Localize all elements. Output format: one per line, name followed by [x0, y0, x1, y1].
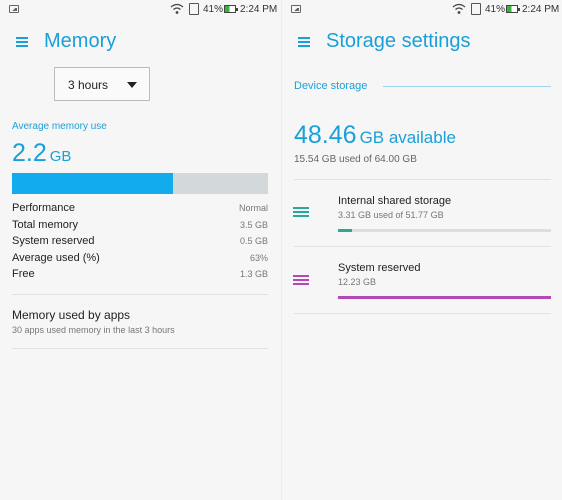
stat-row-total-memory: Total memory 3.5 GB: [12, 219, 268, 234]
storage-used-text: 15.54 GB used of 64.00 GB: [294, 154, 417, 165]
storage-item-bar-fill: [338, 296, 551, 299]
status-bar: 41% 2:24 PM: [0, 0, 281, 20]
stat-value: 0.5 GB: [239, 236, 268, 246]
memory-usage-fill: [12, 173, 174, 194]
stat-row-average-used: Average used (%) 63%: [12, 252, 268, 267]
stat-label: Total memory: [12, 219, 79, 231]
stat-row-system-reserved: System reserved 0.5 GB: [12, 235, 268, 250]
available-unit: GB available: [359, 128, 456, 147]
battery-icon: [506, 5, 520, 13]
storage-item-bar-fill: [338, 229, 352, 232]
page-title: Memory: [44, 30, 117, 52]
stat-value: Normal: [238, 203, 268, 213]
stat-label: Free: [12, 268, 35, 280]
storage-item-title: Internal shared storage: [338, 195, 452, 207]
divider: [294, 313, 551, 314]
wifi-icon: [170, 3, 184, 14]
divider: [294, 179, 551, 180]
divider: [12, 294, 268, 295]
menu-icon[interactable]: [298, 37, 310, 47]
wifi-icon: [452, 3, 466, 14]
timeframe-dropdown[interactable]: 3 hours: [54, 67, 150, 101]
menu-icon[interactable]: [16, 37, 28, 47]
stat-label: Average used (%): [12, 252, 100, 264]
status-bar: 41% 2:24 PM: [282, 0, 562, 20]
stat-value: 63%: [249, 253, 268, 263]
image-notification-icon: [9, 5, 19, 13]
screen: 41% 2:24 PM Memory 3 hours Average memor…: [0, 0, 562, 500]
storage-item-bar: [338, 229, 551, 232]
available-number: 48.46: [294, 121, 357, 149]
sim-icon: [471, 3, 481, 15]
stat-value: 3.5 GB: [239, 220, 268, 230]
section-divider: [383, 86, 551, 87]
storage-item-bar: [338, 296, 551, 299]
stat-row-free: Free 1.3 GB: [12, 268, 268, 283]
average-memory-value: 2.2 GB: [12, 139, 71, 168]
image-notification-icon: [291, 5, 301, 13]
memory-screen: 41% 2:24 PM Memory 3 hours Average memor…: [0, 0, 281, 500]
storage-list-icon: [293, 275, 309, 287]
memory-usage-bar: [12, 173, 268, 194]
apps-subtitle: 30 apps used memory in the last 3 hours: [12, 325, 175, 335]
app-bar: Memory: [0, 24, 281, 62]
average-memory-unit: GB: [49, 148, 72, 165]
page-title: Storage settings: [326, 30, 471, 52]
divider: [294, 246, 551, 247]
divider: [12, 348, 268, 349]
chevron-down-icon: [127, 82, 137, 88]
apps-title: Memory used by apps: [12, 308, 131, 322]
storage-item-subtitle: 12.23 GB: [338, 277, 377, 287]
available-storage: 48.46 GB available: [294, 121, 456, 150]
storage-screen: 41% 2:24 PM Storage settings Device stor…: [281, 0, 562, 500]
sim-icon: [189, 3, 199, 15]
average-memory-label: Average memory use: [12, 121, 107, 132]
stat-label: System reserved: [12, 235, 95, 247]
average-memory-number: 2.2: [12, 139, 47, 167]
clock: 2:24 PM: [522, 4, 560, 15]
stat-row-performance: Performance Normal: [12, 202, 268, 217]
timeframe-value: 3 hours: [68, 78, 109, 92]
app-bar: Storage settings: [282, 24, 562, 62]
battery-icon: [224, 5, 238, 13]
storage-list-icon: [293, 207, 309, 219]
battery-percent: 41%: [485, 4, 506, 15]
device-storage-header: Device storage: [294, 80, 368, 92]
storage-item-title: System reserved: [338, 262, 421, 274]
clock: 2:24 PM: [240, 4, 278, 15]
storage-item-subtitle: 3.31 GB used of 51.77 GB: [338, 210, 444, 220]
battery-percent: 41%: [203, 4, 224, 15]
stat-value: 1.3 GB: [239, 269, 268, 279]
stat-label: Performance: [12, 202, 75, 214]
